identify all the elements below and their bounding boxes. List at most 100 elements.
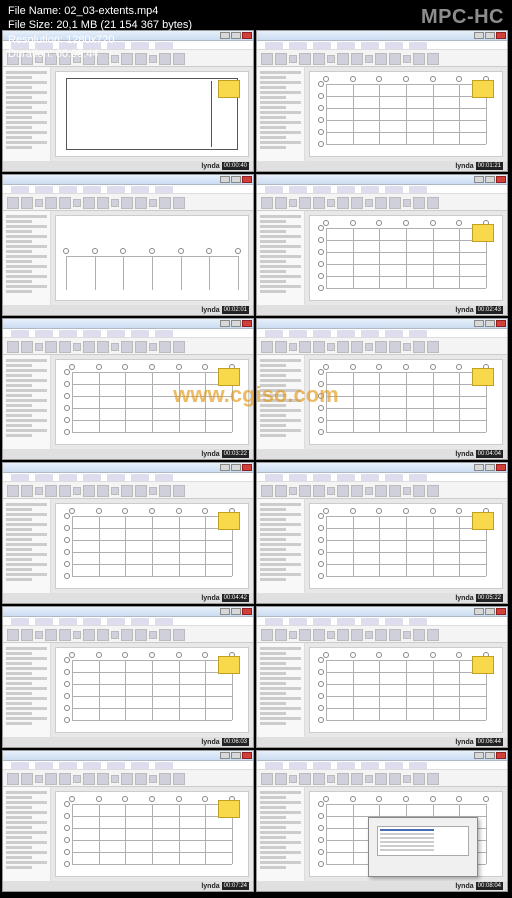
ribbon-tab[interactable] [59,762,77,769]
drawing-canvas[interactable] [309,215,503,301]
ribbon-tab[interactable] [385,186,403,193]
ribbon-tool[interactable] [173,197,185,209]
ribbon-tool[interactable] [73,631,81,639]
ribbon-tool[interactable] [21,197,33,209]
ribbon-tool[interactable] [73,487,81,495]
ribbon-tool[interactable] [413,773,425,785]
ribbon-tool[interactable] [351,773,363,785]
maximize-button[interactable] [231,320,241,327]
ribbon-tool[interactable] [389,197,401,209]
ribbon-tool[interactable] [275,629,287,641]
ribbon-tool[interactable] [375,485,387,497]
ribbon-tab[interactable] [289,330,307,337]
ribbon-tool[interactable] [337,773,349,785]
ribbon-tool[interactable] [159,773,171,785]
minimize-button[interactable] [474,320,484,327]
ribbon-tool[interactable] [159,485,171,497]
ribbon-tool[interactable] [7,485,19,497]
ribbon-tool[interactable] [73,775,81,783]
ribbon-tab[interactable] [289,186,307,193]
ribbon-tool[interactable] [427,341,439,353]
ribbon-tab[interactable] [337,186,355,193]
thumbnail[interactable]: lynda00:04:42 [2,462,254,604]
ribbon-tab[interactable] [155,762,173,769]
ribbon-tool[interactable] [337,485,349,497]
minimize-button[interactable] [474,608,484,615]
drawing-canvas[interactable] [309,791,503,877]
close-button[interactable] [242,608,252,615]
ribbon-tool[interactable] [121,341,133,353]
ribbon-tool[interactable] [337,629,349,641]
ribbon-tool[interactable] [365,775,373,783]
ribbon-tool[interactable] [275,485,287,497]
maximize-button[interactable] [231,176,241,183]
ribbon-tool[interactable] [413,341,425,353]
ribbon-tool[interactable] [7,341,19,353]
ribbon-tool[interactable] [427,485,439,497]
ribbon-tool[interactable] [59,629,71,641]
ribbon-tool[interactable] [121,629,133,641]
ribbon-tool[interactable] [45,485,57,497]
ribbon-tab[interactable] [385,762,403,769]
close-button[interactable] [242,752,252,759]
ribbon-tool[interactable] [403,199,411,207]
thumbnail[interactable]: lynda00:07:24 [2,750,254,892]
properties-panel[interactable] [3,355,51,449]
thumbnail[interactable]: lynda00:04:04 [256,318,508,460]
drawing-canvas[interactable] [309,647,503,733]
ribbon-tab[interactable] [313,762,331,769]
minimize-button[interactable] [220,752,230,759]
ribbon-tab[interactable] [107,762,125,769]
drawing-canvas[interactable] [55,359,249,445]
ribbon-tab[interactable] [265,762,283,769]
ribbon-tool[interactable] [351,197,363,209]
ribbon-tab[interactable] [155,618,173,625]
ribbon-tab[interactable] [59,330,77,337]
ribbon-tab[interactable] [83,618,101,625]
ribbon-tool[interactable] [73,199,81,207]
ribbon-tool[interactable] [135,197,147,209]
ribbon-tool[interactable] [365,487,373,495]
ribbon-tool[interactable] [327,487,335,495]
ribbon-tool[interactable] [275,773,287,785]
ribbon-tool[interactable] [351,341,363,353]
ribbon-tool[interactable] [149,775,157,783]
ribbon-tab[interactable] [289,474,307,481]
ribbon-tab[interactable] [289,618,307,625]
ribbon-tool[interactable] [35,775,43,783]
ribbon-tool[interactable] [299,341,311,353]
ribbon-tab[interactable] [361,762,379,769]
ribbon-tool[interactable] [149,631,157,639]
properties-panel[interactable] [3,787,51,881]
ribbon-tool[interactable] [313,773,325,785]
ribbon-tool[interactable] [261,629,273,641]
ribbon-tab[interactable] [337,762,355,769]
ribbon-tab[interactable] [337,330,355,337]
ribbon-tab[interactable] [83,186,101,193]
ribbon-tool[interactable] [375,197,387,209]
ribbon-tool[interactable] [7,197,19,209]
ribbon-tool[interactable] [403,343,411,351]
ribbon-tool[interactable] [289,775,297,783]
ribbon-tool[interactable] [97,341,109,353]
ribbon-tab[interactable] [35,618,53,625]
ribbon-tool[interactable] [289,631,297,639]
ribbon-tool[interactable] [327,631,335,639]
ribbon-tab[interactable] [409,186,427,193]
ribbon-tab[interactable] [155,330,173,337]
ribbon-tab[interactable] [155,474,173,481]
minimize-button[interactable] [474,176,484,183]
properties-panel[interactable] [257,643,305,737]
ribbon-tab[interactable] [361,474,379,481]
ribbon-tool[interactable] [35,487,43,495]
ribbon-tool[interactable] [365,631,373,639]
ribbon-tab[interactable] [131,474,149,481]
ribbon-tool[interactable] [403,775,411,783]
ribbon-tool[interactable] [111,343,119,351]
ribbon-tool[interactable] [7,773,19,785]
ribbon-tool[interactable] [375,341,387,353]
ribbon-tool[interactable] [97,629,109,641]
ribbon-tab[interactable] [131,186,149,193]
ribbon-tool[interactable] [375,629,387,641]
ribbon-tool[interactable] [111,199,119,207]
